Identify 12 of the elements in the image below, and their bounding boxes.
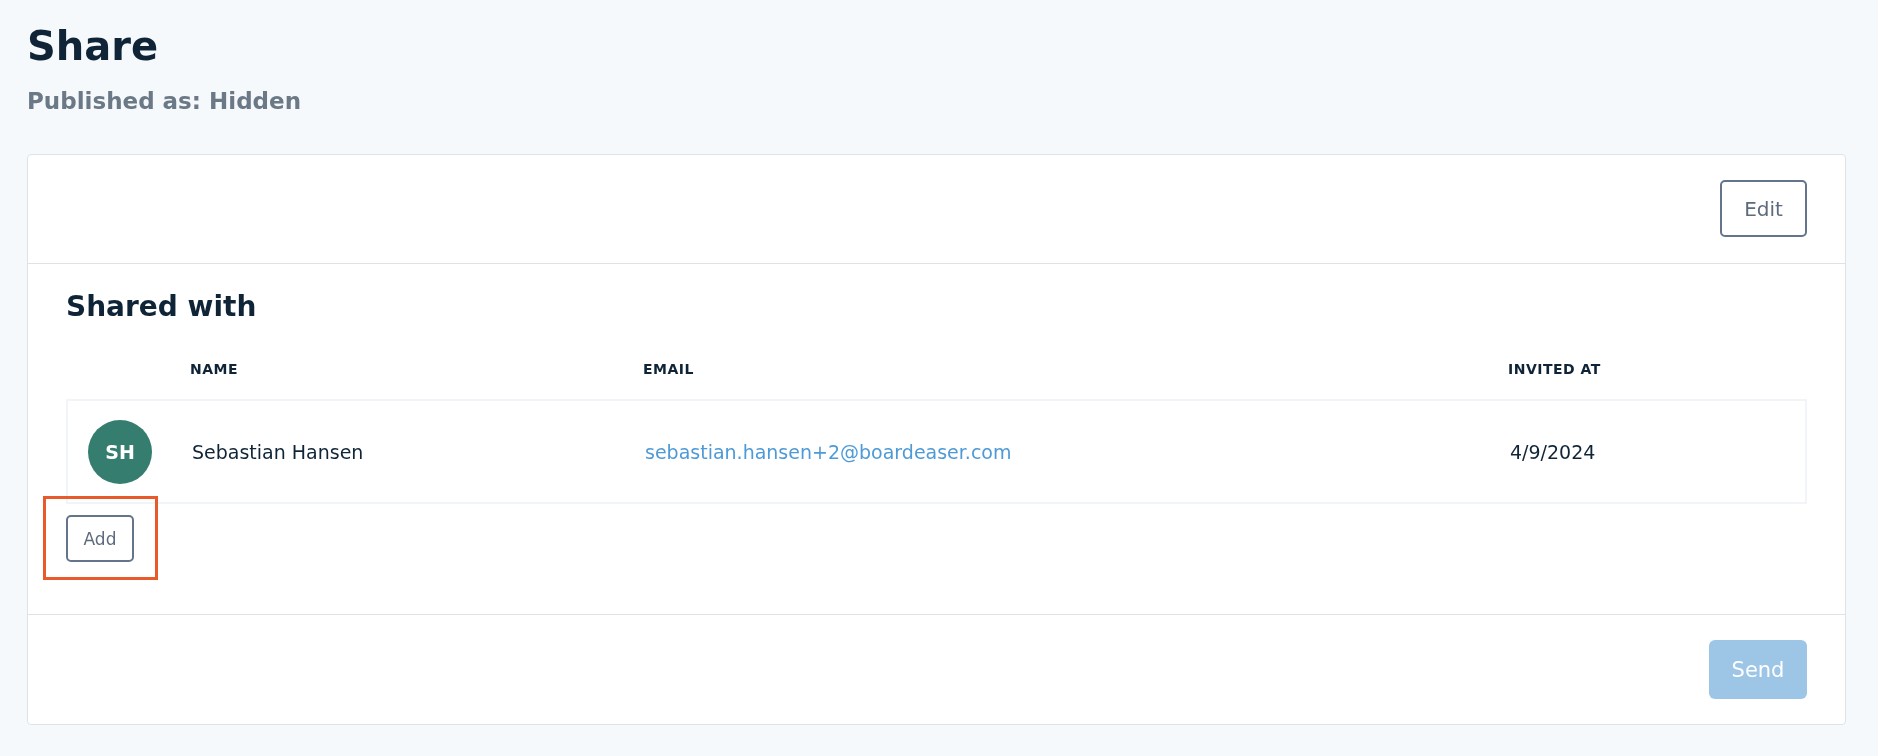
add-button[interactable]: Add (66, 515, 134, 562)
column-header: INVITED AT (1508, 361, 1602, 379)
name-cell-text: Sebastian Hansen (192, 440, 365, 463)
date-cell-text: 4/9/2024 (1510, 440, 1597, 463)
page-title: Share (27, 22, 160, 71)
section-title: Shared with (66, 290, 258, 323)
email-link[interactable]: sebastian.hansen+2@boardeaser.com (645, 440, 1012, 463)
column-header: EMAIL (643, 361, 695, 379)
published-status: Published as: Hidden (27, 88, 303, 114)
avatar: SH (88, 419, 152, 484)
column-header: NAME (190, 361, 240, 379)
edit-button[interactable]: Edit (1720, 180, 1807, 237)
